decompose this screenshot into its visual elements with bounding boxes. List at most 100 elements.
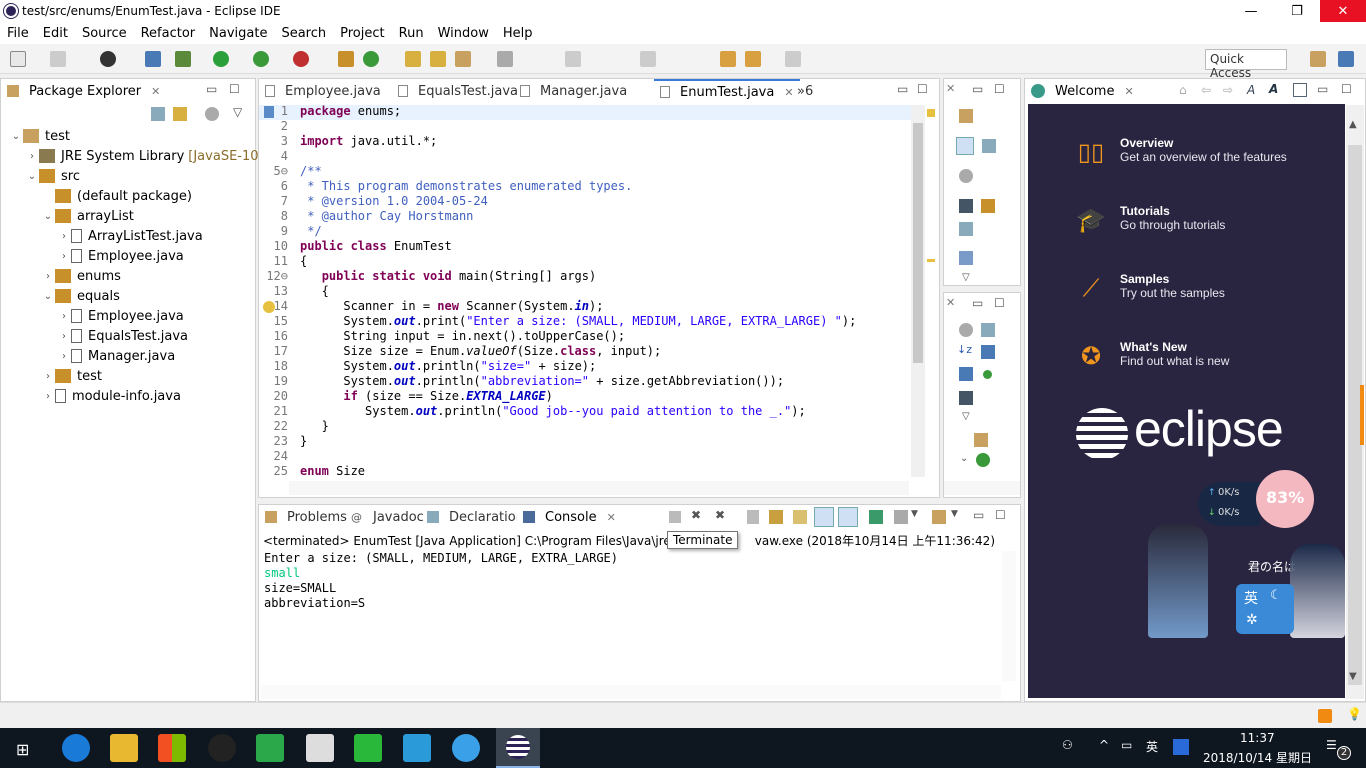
- word-wrap-icon[interactable]: [793, 510, 807, 524]
- maximize-icon[interactable]: ☐: [994, 296, 1005, 310]
- rss-icon[interactable]: [1318, 709, 1332, 723]
- search-icon[interactable]: [455, 51, 471, 67]
- external-tools-icon[interactable]: [293, 51, 309, 67]
- close-icon[interactable]: ✕: [1124, 85, 1133, 98]
- tree-item[interactable]: › JRE System Library [JavaSE-10]: [25, 146, 264, 166]
- tray-app-icon[interactable]: [1173, 739, 1189, 755]
- edge-icon[interactable]: [62, 734, 90, 762]
- skip-breakpoints-icon[interactable]: [145, 51, 161, 67]
- tree-item[interactable]: › Employee.java: [57, 246, 184, 266]
- terminate-icon[interactable]: [669, 511, 681, 523]
- save-icon[interactable]: [50, 51, 66, 67]
- eclipse-taskbar-button[interactable]: [496, 728, 540, 768]
- focus-icon[interactable]: [959, 323, 973, 337]
- hierarchy-icon[interactable]: [956, 137, 974, 155]
- open-type-icon[interactable]: [405, 51, 421, 67]
- expand-toggle-icon[interactable]: ›: [25, 151, 39, 162]
- expand-toggle-icon[interactable]: ›: [57, 251, 71, 262]
- vertical-scrollbar[interactable]: [911, 105, 925, 477]
- menu-edit[interactable]: Edit: [36, 26, 75, 41]
- maximize-icon[interactable]: ☐: [994, 82, 1005, 96]
- minimize-icon[interactable]: ▭: [972, 82, 983, 96]
- clock-time[interactable]: 11:37: [1240, 731, 1275, 745]
- show-hidden-icons[interactable]: ^: [1099, 738, 1109, 752]
- back-icon[interactable]: ⇦: [1201, 83, 1211, 97]
- tree-item[interactable]: › Manager.java: [57, 346, 175, 366]
- run-icon[interactable]: [213, 51, 229, 67]
- lock-icon[interactable]: [959, 251, 973, 265]
- quick-access-input[interactable]: Quick Access: [1205, 49, 1287, 80]
- link-icon[interactable]: [959, 222, 973, 236]
- font-smaller-icon[interactable]: A: [1247, 83, 1255, 97]
- file-explorer-icon[interactable]: [110, 734, 138, 762]
- next-annotation-icon[interactable]: [640, 51, 656, 67]
- home-icon[interactable]: ⌂: [1179, 83, 1187, 97]
- view-menu-icon[interactable]: ▽: [233, 105, 242, 119]
- hide-nonpublic-icon[interactable]: [983, 370, 992, 379]
- menu-refactor[interactable]: Refactor: [134, 26, 203, 41]
- new-view-icon[interactable]: [959, 109, 973, 123]
- mail-icon[interactable]: [306, 734, 334, 762]
- expand-toggle-icon[interactable]: ⌄: [25, 171, 39, 182]
- expand-toggle-icon[interactable]: ›: [57, 351, 71, 362]
- view-menu-icon[interactable]: ▽: [962, 272, 970, 283]
- display-console-icon[interactable]: [894, 510, 908, 524]
- members-icon[interactable]: [981, 199, 995, 213]
- tab-welcome[interactable]: Welcome ✕: [1025, 79, 1140, 103]
- link-editor-icon[interactable]: [173, 107, 187, 121]
- minimize-icon[interactable]: ▭: [206, 82, 217, 96]
- tree-item[interactable]: ⌄ arrayList: [41, 206, 134, 226]
- profile-icon[interactable]: [100, 51, 116, 67]
- view-menu-icon[interactable]: ▽: [962, 411, 970, 422]
- annotation-icon[interactable]: [497, 51, 513, 67]
- tab-declaration[interactable]: Declaration: [421, 505, 530, 529]
- tab-problems[interactable]: Problems: [259, 505, 353, 529]
- expand-toggle-icon[interactable]: ›: [57, 311, 71, 322]
- battery-icon[interactable]: ▭: [1121, 738, 1132, 752]
- clear-console-icon[interactable]: [747, 510, 759, 524]
- pin-console-icon[interactable]: [869, 510, 883, 524]
- settings-icon[interactable]: ✲: [1246, 612, 1258, 628]
- customize-icon[interactable]: [1293, 83, 1307, 97]
- close-icon[interactable]: ✕: [151, 85, 160, 98]
- horizontal-scrollbar[interactable]: [289, 481, 909, 495]
- welcome-overview-link[interactable]: Overview Get an overview of the features: [1120, 136, 1287, 164]
- expand-toggle-icon[interactable]: ›: [57, 231, 71, 242]
- welcome-samples-link[interactable]: Samples Try out the samples: [1120, 272, 1225, 300]
- tree-item[interactable]: (default package): [41, 186, 192, 206]
- minimize-icon[interactable]: ▭: [972, 296, 983, 310]
- supertype-icon[interactable]: [982, 139, 996, 153]
- focus-icon[interactable]: [959, 169, 973, 183]
- clock-date[interactable]: 2018/10/14 星期日: [1203, 749, 1312, 766]
- chevron-down-icon[interactable]: ▼: [951, 509, 958, 519]
- video-player-icon[interactable]: [403, 734, 431, 762]
- people-icon[interactable]: ⚇: [1062, 738, 1073, 752]
- tree-item[interactable]: › test: [41, 366, 102, 386]
- show-stderr-icon[interactable]: [838, 507, 858, 527]
- maximize-icon[interactable]: ☐: [995, 508, 1006, 522]
- tree-item[interactable]: › EqualsTest.java: [57, 326, 188, 346]
- menu-window[interactable]: Window: [431, 26, 496, 41]
- collapse-icon[interactable]: [981, 323, 995, 337]
- back-icon[interactable]: [745, 51, 761, 67]
- tab-enumtest[interactable]: EnumTest.java ✕: [654, 79, 800, 103]
- tab-package-explorer[interactable]: Package Explorer ✕: [1, 79, 167, 103]
- hide-local-types-icon[interactable]: [959, 391, 973, 405]
- tree-item[interactable]: › module-info.java: [41, 386, 181, 406]
- expand-icon[interactable]: ⌄: [960, 453, 968, 464]
- open-folder-icon[interactable]: [430, 51, 446, 67]
- forward-icon[interactable]: [785, 51, 801, 67]
- store-icon[interactable]: [158, 734, 186, 762]
- vertical-scrollbar[interactable]: ▲ ▼: [1346, 105, 1364, 699]
- menu-navigate[interactable]: Navigate: [202, 26, 274, 41]
- vertical-scrollbar[interactable]: [1002, 551, 1016, 681]
- expand-toggle-icon[interactable]: ›: [41, 371, 55, 382]
- menu-file[interactable]: File: [0, 26, 36, 41]
- menu-search[interactable]: Search: [274, 26, 333, 41]
- toggle-mark-icon[interactable]: [565, 51, 581, 67]
- menu-source[interactable]: Source: [75, 26, 134, 41]
- tab-equalstest[interactable]: EqualsTest.java: [392, 79, 524, 103]
- tree-item[interactable]: ⌄ src: [25, 166, 80, 186]
- collapse-all-icon[interactable]: [151, 107, 165, 121]
- open-console-icon[interactable]: [932, 510, 946, 524]
